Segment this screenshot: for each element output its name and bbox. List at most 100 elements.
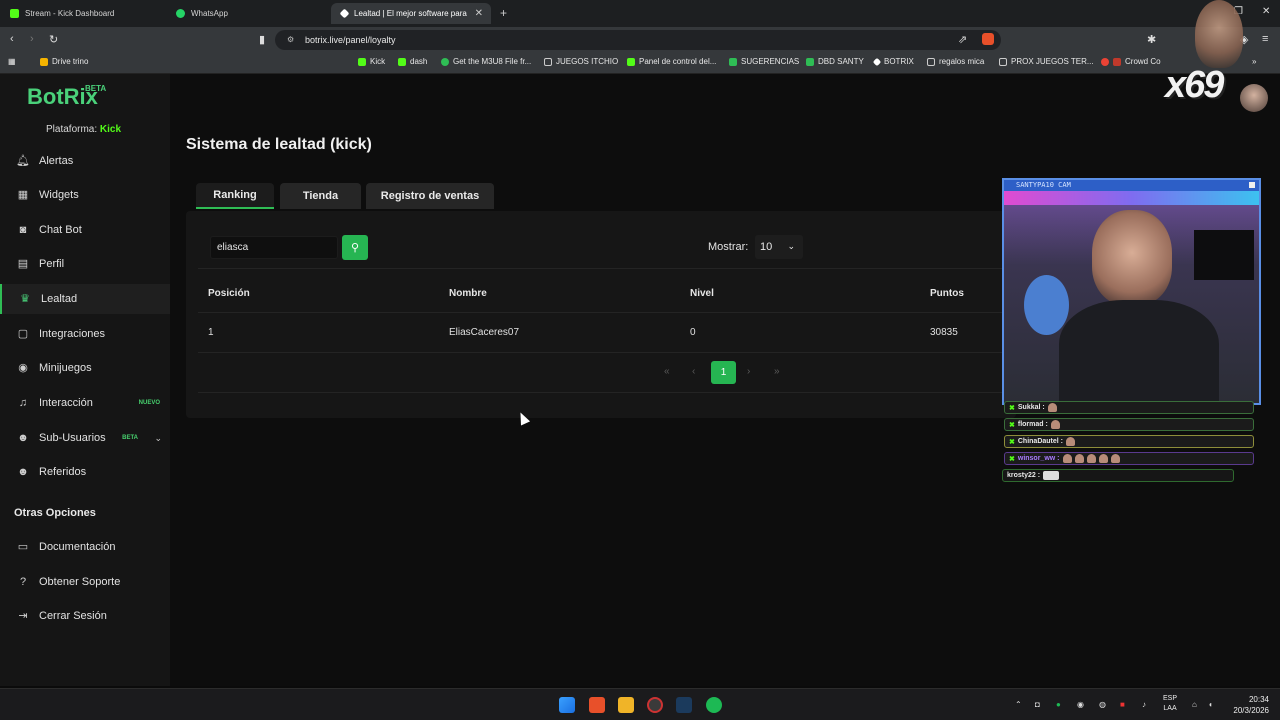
sidebar-item-integraciones[interactable]: ▢ Integraciones [0,319,170,349]
brave-browser-icon[interactable] [589,697,605,713]
sidebar-item-minijuegos[interactable]: ◉ Minijuegos [0,353,170,383]
cell-position: 1 [208,327,214,338]
google-icon [1101,57,1109,66]
chevron-down-icon[interactable]: ⌄ [154,433,162,444]
botrix-icon [872,57,882,66]
first-page-button[interactable]: « [664,366,670,377]
network-icon[interactable]: ⌂ [1192,700,1197,709]
spotify-tray-icon[interactable]: ● [1056,700,1061,709]
app-tray-icon[interactable]: ■ [1120,700,1125,709]
back-icon[interactable]: ‹ [10,33,14,45]
url-input[interactable]: ⚙ botrix.live/panel/loyalty [275,30,1001,50]
column-header-position[interactable]: Posición [208,288,250,299]
tab-tienda[interactable]: Tienda [280,183,361,209]
keyboard-language[interactable]: ESP LAA [1163,694,1177,714]
close-tab-icon[interactable]: ✕ [475,8,483,19]
bookmark-regalos-mica[interactable]: regalos mica [927,57,984,66]
sidebar-item-perfil[interactable]: ▤ Perfil [0,249,170,279]
tab-ranking[interactable]: Ranking [196,183,274,209]
folder-icon [927,57,935,66]
platform-value: Kick [99,124,122,135]
sidebar-item-lealtad[interactable]: ♛ Lealtad [0,284,170,314]
sidebar-item-widgets[interactable]: ▦ Widgets [0,180,170,210]
chat-message: ✖ winsor_ww : [1004,452,1254,465]
new-tab-button[interactable]: + [500,6,507,20]
kick-icon: ✖ [1009,421,1015,429]
chat-message: krosty22 : [1002,469,1234,482]
streamer-shirt [1059,300,1219,403]
sidebar-item-alertas[interactable]: 🔔︎ Alertas [0,146,170,176]
forward-icon[interactable]: › [30,33,34,45]
microphone-icon[interactable]: ♪ [1142,700,1146,709]
tab-registro-ventas[interactable]: Registro de ventas [366,183,494,209]
sidebar-item-cerrar-sesion[interactable]: ⇥ Cerrar Sesión [0,601,170,631]
column-header-name[interactable]: Nombre [449,288,487,299]
sidebar-item-sub-usuarios[interactable]: ☻ Sub-Usuarios BETA ⌄ [0,423,170,453]
prev-page-button[interactable]: ‹ [692,366,695,377]
site-icon [1113,57,1121,66]
menu-icon[interactable]: ≡ [1262,33,1268,45]
windows-start-icon[interactable] [559,697,575,713]
bookmark-sugerencias[interactable]: SUGERENCIAS [729,57,799,66]
tab-lealtad[interactable]: Lealtad | El mejor software para ✕ [331,3,491,24]
bookmark-prox-juegos[interactable]: PROX JUEGOS TER... [999,57,1094,66]
volume-icon[interactable]: ◖ [1208,700,1213,709]
gamepad-icon: ◉ [18,362,28,374]
sidebar: BotRix BETA Plataforma: Kick 🔔︎ Alertas … [0,74,170,686]
bookmark-panel-control[interactable]: Panel de control del... [627,57,716,66]
chat-message: ✖ flormad : [1004,418,1254,431]
next-page-button[interactable]: › [747,366,750,377]
page-size-select[interactable]: 10 ⌄ [755,235,803,259]
bookmark-dash[interactable]: dash [398,57,427,66]
close-window-icon[interactable]: ✕ [1262,6,1270,17]
emote-icon [1047,403,1057,412]
bookmark-m3u8[interactable]: Get the M3U8 File fr... [441,57,531,66]
brave-shield-icon[interactable] [982,33,994,45]
column-header-level[interactable]: Nivel [690,288,714,299]
bookmark-dbd-santy[interactable]: DBD SANTY [806,57,864,66]
discord-icon[interactable]: ◘ [1035,700,1040,709]
sidebar-item-soporte[interactable]: ? Obtener Soporte [0,567,170,597]
spotify-icon[interactable] [706,697,722,713]
id-card-icon: ▤ [17,258,29,270]
tab-label: Lealtad | El mejor software para [354,9,467,18]
tab-stream-dashboard[interactable]: Stream - Kick Dashboard [0,3,165,24]
tab-whatsapp[interactable]: WhatsApp [166,3,331,24]
search-input[interactable] [210,236,338,259]
bookmark-crowd[interactable]: Crowd Co [1101,57,1161,66]
steam-tray-icon[interactable]: ◍ [1099,700,1106,709]
current-page-button[interactable]: 1 [711,361,736,384]
tray-expand-icon[interactable]: ⌃ [1015,700,1022,709]
bookmark-drive-trino[interactable]: Drive trino [40,57,88,66]
emote-icon [1062,454,1072,463]
search-button[interactable]: ⚲ [342,235,368,260]
sidebar-item-referidos[interactable]: ☻ Referidos [0,457,170,487]
bookmark-kick[interactable]: Kick [358,57,385,66]
more-bookmarks-icon[interactable]: » [1252,57,1256,66]
share-icon[interactable]: ⇗ [958,33,967,46]
cell-name: EliasCaceres07 [449,327,520,338]
bookmark-juegos-itchio[interactable]: JUEGOS ITCHIO [544,57,618,66]
last-page-button[interactable]: » [774,366,780,377]
bookmark-botrix[interactable]: BOTRIX [872,57,914,66]
column-header-points[interactable]: Puntos [930,288,964,299]
steam-icon[interactable] [676,697,692,713]
obs-icon[interactable] [647,697,663,713]
apps-icon[interactable]: ▦ [8,57,16,66]
system-clock[interactable]: 20:34 20/3/2026 [1225,694,1269,716]
sidebar-item-documentacion[interactable]: ▭ Documentación [0,532,170,562]
site-info-icon[interactable]: ⚙ [287,35,294,44]
tab-label: Stream - Kick Dashboard [25,9,115,18]
sidebar-item-interaccion[interactable]: ♫ Interacción NUEVO [0,388,170,418]
windows-taskbar: ⌃ ◘ ● ◉ ◍ ■ ♪ ESP LAA ⌂ ◖ 20:34 20/3/202… [0,688,1280,720]
sheets-icon [806,57,814,66]
obs-tray-icon[interactable]: ◉ [1077,700,1084,709]
reload-icon[interactable]: ↻ [49,33,58,46]
sidebar-item-chat-bot[interactable]: ◙ Chat Bot [0,215,170,245]
users-icon: ☻ [17,432,29,444]
extensions-icon[interactable]: ✱ [1147,33,1156,46]
help-icon: ? [19,576,27,588]
bookmarks-bar: ▦ Drive trino Kick dash Get the M3U8 Fil… [0,52,1280,119]
file-explorer-icon[interactable] [618,697,634,713]
bookmark-icon[interactable]: ▮ [259,33,265,46]
